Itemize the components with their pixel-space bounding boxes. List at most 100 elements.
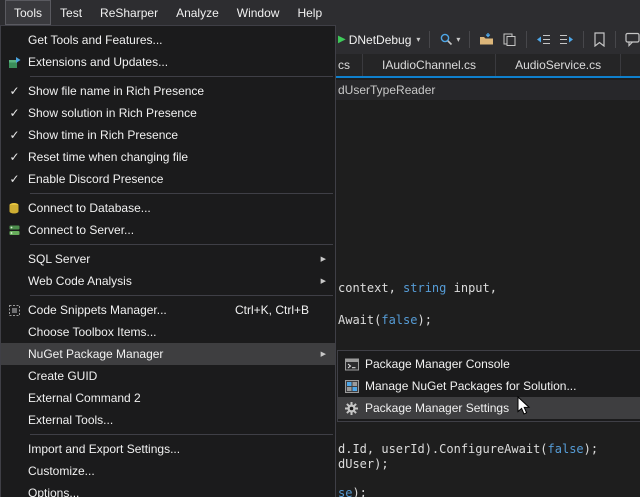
menu-item-connect-to-database[interactable]: Connect to Database... xyxy=(1,197,335,219)
menu-item-label: Web Code Analysis xyxy=(28,274,327,288)
debug-target-label: DNetDebug xyxy=(349,33,412,47)
menu-item-enable-discord-presence[interactable]: ✓ Enable Discord Presence xyxy=(1,168,335,190)
menu-item-label: Options... xyxy=(28,486,327,497)
toggle-bookmark-button[interactable] xyxy=(589,29,610,51)
menu-item-label: Import and Export Settings... xyxy=(28,442,327,456)
comment-button[interactable] xyxy=(621,29,640,51)
menu-item-external-command-2[interactable]: External Command 2 xyxy=(1,387,335,409)
menu-item-label: Code Snippets Manager... xyxy=(28,303,215,317)
menu-item-external-tools[interactable]: External Tools... xyxy=(1,409,335,431)
mouse-cursor xyxy=(517,396,531,416)
code-text: ); xyxy=(417,313,431,327)
submenu-arrow-icon: ▶ xyxy=(321,350,326,358)
menu-item-connect-to-server[interactable]: Connect to Server... xyxy=(1,219,335,241)
copy-document-button[interactable] xyxy=(498,29,521,51)
tools-menu: Get Tools and Features... Extensions and… xyxy=(0,25,336,497)
start-debug-button[interactable]: ▶ DNetDebug ▾ xyxy=(334,29,424,51)
toolbar-separator xyxy=(429,31,430,48)
find-in-files-button[interactable]: ▾ xyxy=(435,29,464,51)
menu-item-label: Connect to Database... xyxy=(28,201,327,215)
menu-item-sql-server[interactable]: SQL Server ▶ xyxy=(1,248,335,270)
menu-item-label: Package Manager Console xyxy=(365,357,636,371)
menu-item-label: Show time in Rich Presence xyxy=(28,128,327,142)
menu-item-show-time-rich-presence[interactable]: ✓ Show time in Rich Presence xyxy=(1,124,335,146)
menu-item-shortcut: Ctrl+K, Ctrl+B xyxy=(215,303,327,317)
code-text: Await( xyxy=(338,313,381,327)
menu-item-label: Extensions and Updates... xyxy=(28,55,327,69)
menu-item-options[interactable]: Options... xyxy=(1,482,335,497)
indent-icon xyxy=(559,32,574,47)
menubar-item-analyze[interactable]: Analyze xyxy=(167,0,228,25)
menu-item-manage-nuget-packages-solution[interactable]: Manage NuGet Packages for Solution... xyxy=(338,375,640,397)
icon-slot xyxy=(338,380,365,393)
menubar-item-window[interactable]: Window xyxy=(228,0,289,25)
menu-item-reset-time-changing-file[interactable]: ✓ Reset time when changing file xyxy=(1,146,335,168)
checkmark-icon: ✓ xyxy=(1,84,28,98)
menubar-item-help[interactable]: Help xyxy=(288,0,331,25)
icon-slot xyxy=(1,202,28,215)
folder-arrow-icon xyxy=(479,32,494,47)
menu-item-label: SQL Server xyxy=(28,252,327,266)
menubar-item-test[interactable]: Test xyxy=(51,0,91,25)
code-text: context, xyxy=(338,281,403,295)
checkmark-icon: ✓ xyxy=(1,128,28,142)
menu-item-import-export-settings[interactable]: Import and Export Settings... xyxy=(1,438,335,460)
menu-item-show-solution-rich-presence[interactable]: ✓ Show solution in Rich Presence xyxy=(1,102,335,124)
menu-item-label: External Command 2 xyxy=(28,391,327,405)
code-keyword: string xyxy=(403,281,446,295)
menu-item-choose-toolbox-items[interactable]: Choose Toolbox Items... xyxy=(1,321,335,343)
nuget-submenu: Package Manager Console Manage NuGet Pac… xyxy=(337,350,640,422)
menu-item-show-file-name-rich-presence[interactable]: ✓ Show file name in Rich Presence xyxy=(1,80,335,102)
checkmark-icon: ✓ xyxy=(1,150,28,164)
code-line: d.Id, userId).ConfigureAwait(false); xyxy=(338,442,598,456)
menu-item-customize[interactable]: Customize... xyxy=(1,460,335,482)
code-text: ); xyxy=(584,442,598,456)
icon-slot xyxy=(338,402,365,415)
code-line: se); xyxy=(338,486,367,497)
outdent-icon xyxy=(536,32,551,47)
decrease-indent-button[interactable] xyxy=(532,29,555,51)
code-text: input, xyxy=(446,281,497,295)
icon-slot xyxy=(1,224,28,237)
menu-item-label: Show file name in Rich Presence xyxy=(28,84,327,98)
menu-item-label: External Tools... xyxy=(28,413,327,427)
navbar-symbol: dUserTypeReader xyxy=(338,83,435,97)
menu-item-web-code-analysis[interactable]: Web Code Analysis ▶ xyxy=(1,270,335,292)
menu-separator xyxy=(30,244,333,245)
chevron-down-icon: ▾ xyxy=(416,36,420,44)
code-line: context, string input, xyxy=(338,281,497,295)
increase-indent-button[interactable] xyxy=(555,29,578,51)
menubar-item-resharper[interactable]: ReSharper xyxy=(91,0,167,25)
menu-item-label: Reset time when changing file xyxy=(28,150,327,164)
menu-item-label: Package Manager Settings xyxy=(365,401,636,415)
tab-document-partial[interactable]: cs xyxy=(336,54,363,76)
tab-audioservice[interactable]: AudioService.cs xyxy=(496,54,621,76)
checkmark-icon: ✓ xyxy=(1,172,28,186)
menu-item-get-tools-and-features[interactable]: Get Tools and Features... xyxy=(1,29,335,51)
menu-item-extensions-and-updates[interactable]: Extensions and Updates... xyxy=(1,51,335,73)
bookmark-icon xyxy=(593,32,606,47)
gear-icon xyxy=(345,402,358,415)
checkmark-icon: ✓ xyxy=(1,106,28,120)
code-text: dUser); xyxy=(338,457,389,471)
menu-item-label: Customize... xyxy=(28,464,327,478)
menu-separator xyxy=(30,295,333,296)
icon-slot xyxy=(1,304,28,317)
code-text: d.Id, userId).ConfigureAwait( xyxy=(338,442,548,456)
toolbar-separator xyxy=(615,31,616,48)
menu-item-nuget-package-manager[interactable]: NuGet Package Manager ▶ xyxy=(1,343,335,365)
menu-bar: Tools Test ReSharper Analyze Window Help xyxy=(0,0,640,25)
tab-iaudiochannel[interactable]: IAudioChannel.cs xyxy=(363,54,496,76)
menubar-item-tools[interactable]: Tools xyxy=(5,0,51,25)
icon-slot xyxy=(1,56,28,69)
icon-slot xyxy=(338,358,365,371)
open-folder-button[interactable] xyxy=(475,29,498,51)
menu-item-package-manager-settings[interactable]: Package Manager Settings xyxy=(338,397,640,419)
menu-item-label: Create GUID xyxy=(28,369,327,383)
menu-item-create-guid[interactable]: Create GUID xyxy=(1,365,335,387)
tab-label: cs xyxy=(338,58,350,72)
menu-item-code-snippets-manager[interactable]: Code Snippets Manager... Ctrl+K, Ctrl+B xyxy=(1,299,335,321)
toolbar-separator xyxy=(469,31,470,48)
menu-item-package-manager-console[interactable]: Package Manager Console xyxy=(338,353,640,375)
menu-item-label: Manage NuGet Packages for Solution... xyxy=(365,379,636,393)
